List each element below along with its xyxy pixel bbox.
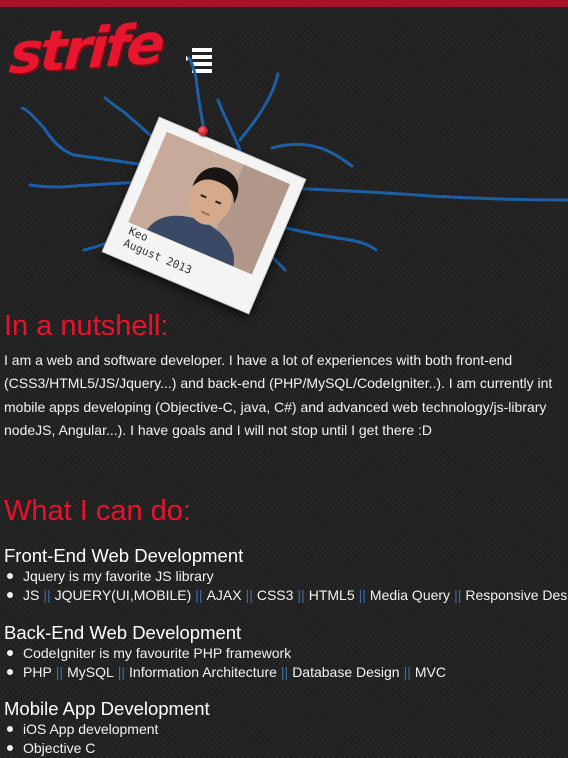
backend-skill-block: Back-End Web Development CodeIgniter is …	[4, 622, 446, 681]
bullet-icon	[7, 650, 13, 657]
separator-icon: ||	[195, 586, 203, 603]
separator-icon: ||	[43, 586, 51, 603]
separator-icon: ||	[280, 663, 289, 680]
tag: JQUERY(UI,MOBILE)	[54, 586, 192, 603]
about-paragraph: I am a web and software developer. I hav…	[4, 349, 568, 443]
bullet-icon	[7, 668, 13, 675]
site-logo[interactable]: strife	[7, 12, 164, 87]
tag: Media Query	[369, 586, 451, 603]
menu-icon[interactable]	[186, 46, 214, 74]
mobile-title: Mobile App Development	[4, 698, 210, 719]
mobile-item: iOS App development	[23, 721, 159, 737]
bullet-icon	[7, 726, 13, 733]
top-accent-bar	[0, 0, 568, 7]
profile-polaroid: Keo August 2013	[101, 116, 307, 315]
list-item: CodeIgniter is my favourite PHP framewor…	[4, 644, 446, 663]
frontend-note: Jquery is my favorite JS library	[23, 568, 214, 584]
tag: MVC	[414, 663, 446, 680]
separator-icon: ||	[117, 663, 126, 680]
about-line: mobile apps developing (Objective-C, jav…	[4, 398, 547, 415]
mobile-skill-block: Mobile App Development iOS App developme…	[4, 698, 210, 757]
bullet-icon	[7, 591, 13, 598]
separator-icon: ||	[297, 586, 305, 603]
tag: Database Design	[292, 663, 400, 680]
tag: PHP	[23, 663, 52, 680]
tag: CSS3	[256, 586, 294, 603]
separator-icon: ||	[245, 586, 253, 603]
list-item: Jquery is my favorite JS library	[4, 567, 567, 586]
list-item: Objective C	[4, 739, 210, 758]
about-heading: In a nutshell:	[4, 310, 169, 342]
about-line: nodeJS, Angular...). I have goals and I …	[4, 422, 433, 439]
bullet-icon	[7, 744, 13, 751]
tag: Responsive Des	[465, 586, 568, 603]
separator-icon: ||	[403, 663, 411, 680]
tag: JS	[23, 586, 40, 603]
frontend-title: Front-End Web Development	[4, 545, 244, 566]
skills-heading: What I can do:	[4, 495, 191, 527]
backend-title: Back-End Web Development	[4, 622, 242, 643]
backend-tags: PHP || MySQL || Information Architecture || Da…	[4, 663, 446, 682]
tag: AJAX	[206, 586, 242, 603]
list-item: iOS App development	[4, 720, 210, 739]
frontend-skill-block: Front-End Web Development Jquery is my f…	[4, 545, 567, 604]
about-line: I am a web and software developer. I hav…	[4, 352, 513, 368]
mobile-item: Objective C	[23, 739, 96, 756]
bullet-icon	[7, 573, 13, 580]
backend-note: CodeIgniter is my favourite PHP framewor…	[23, 645, 292, 661]
tag: Information Architecture	[129, 663, 277, 680]
about-line: (CSS3/HTML5/JS/Jquery...) and back-end (…	[4, 375, 553, 392]
tag: MySQL	[67, 663, 114, 680]
separator-icon: ||	[55, 663, 64, 680]
red-pushpin-icon	[198, 126, 208, 136]
separator-icon: ||	[454, 586, 462, 603]
tag: HTML5	[308, 586, 355, 603]
separator-icon: ||	[358, 586, 366, 603]
frontend-tags: JS || JQUERY(UI,MOBILE) || AJAX || CSS3 || HTML5…	[4, 586, 567, 605]
